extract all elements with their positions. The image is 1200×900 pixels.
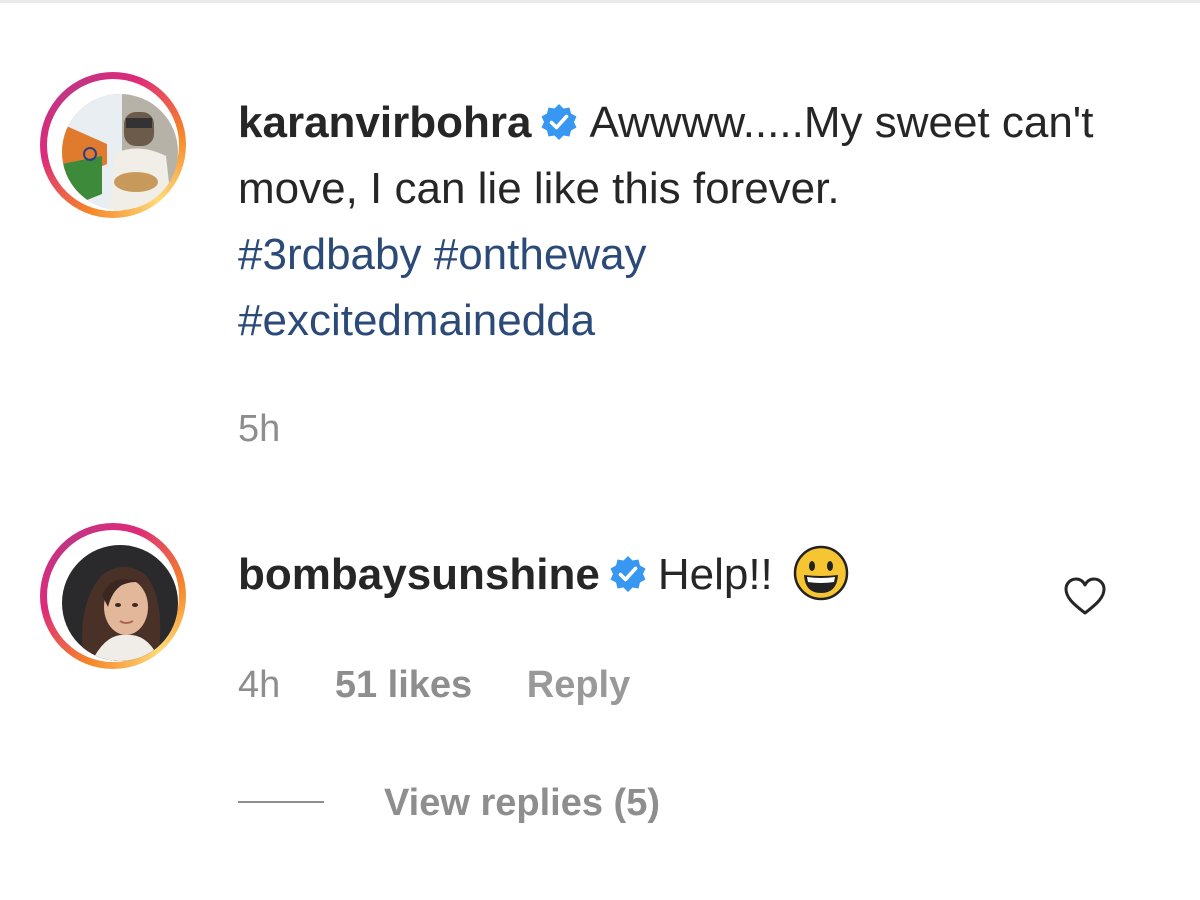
hashtag-link[interactable]: #excitedmainedda bbox=[238, 296, 595, 345]
verified-badge-icon bbox=[541, 104, 577, 140]
view-replies-button[interactable]: View replies (5) bbox=[238, 782, 660, 825]
hashtag-link[interactable]: #3rdbaby bbox=[238, 230, 421, 279]
avatar-story-ring[interactable] bbox=[40, 523, 186, 669]
avatar-story-ring[interactable] bbox=[40, 72, 186, 218]
likes-count-link[interactable]: 51 likes bbox=[335, 664, 472, 706]
comment-timestamp[interactable]: 4h bbox=[238, 664, 280, 706]
comment-meta: 5h bbox=[238, 408, 324, 451]
username-link[interactable]: karanvirbohra bbox=[238, 98, 531, 147]
comment-timestamp[interactable]: 5h bbox=[238, 408, 280, 450]
replies-divider-line bbox=[238, 801, 324, 803]
verified-badge-icon bbox=[610, 556, 646, 592]
avatar bbox=[62, 94, 178, 210]
grinning-face-emoji-icon bbox=[793, 545, 849, 601]
like-heart-icon[interactable] bbox=[1062, 575, 1108, 617]
username-link[interactable]: bombaysunshine bbox=[238, 550, 600, 599]
comment-text: Help!! bbox=[657, 550, 773, 599]
comment-meta: 4h 51 likes Reply bbox=[238, 664, 674, 707]
view-replies-label: View replies (5) bbox=[384, 782, 660, 824]
reply-button[interactable]: Reply bbox=[527, 664, 630, 706]
hashtag-link[interactable]: #ontheway bbox=[434, 230, 647, 279]
comment-body: karanvirbohra Awwww.....My sweet can't m… bbox=[238, 90, 1098, 354]
top-divider bbox=[0, 0, 1200, 3]
avatar bbox=[62, 545, 178, 661]
comment-body: bombaysunshine Help!! bbox=[238, 542, 1098, 608]
